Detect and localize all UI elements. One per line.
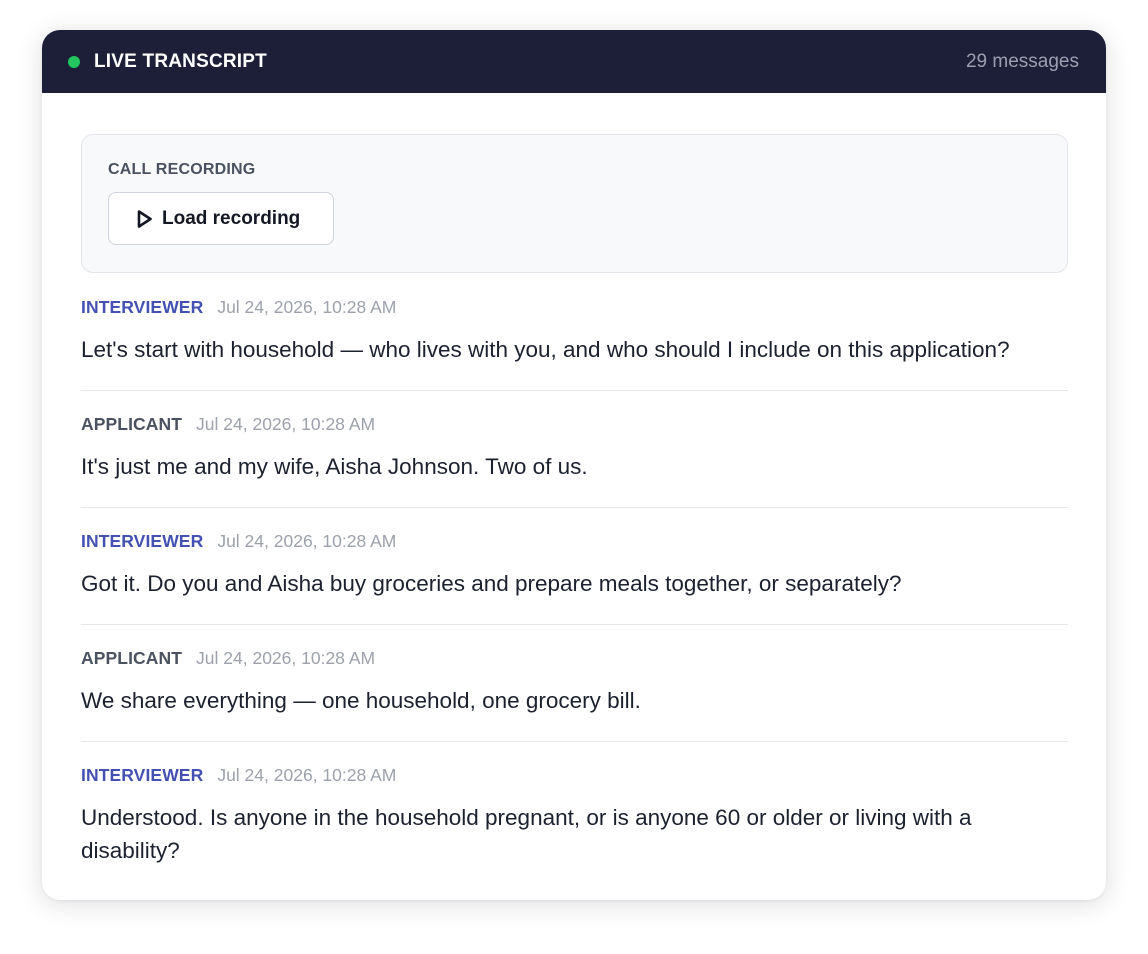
message-timestamp: Jul 24, 2026, 10:28 AM <box>196 414 376 434</box>
message-item: INTERVIEWER Jul 24, 2026, 10:28 AM Under… <box>81 765 1068 891</box>
speaker-label: INTERVIEWER <box>81 765 204 785</box>
message-text: Got it. Do you and Aisha buy groceries a… <box>81 571 902 596</box>
load-recording-label: Load recording <box>162 207 301 229</box>
call-recording-panel: CALL RECORDING Load recording <box>81 134 1068 273</box>
transcript-header: LIVE TRANSCRIPT 29 messages <box>42 30 1106 93</box>
call-recording-label: CALL RECORDING <box>108 161 256 178</box>
message-item: INTERVIEWER Jul 24, 2026, 10:28 AM Let's… <box>81 297 1068 391</box>
message-count: 29 messages <box>965 50 1079 72</box>
message-meta: APPLICANT Jul 24, 2026, 10:28 AM <box>81 414 1068 438</box>
speaker-label: APPLICANT <box>81 414 183 434</box>
play-icon <box>137 209 152 228</box>
message-text: Let's start with household — who lives w… <box>81 337 1010 362</box>
transcript-card: LIVE TRANSCRIPT 29 messages CALL RECORDI… <box>42 30 1106 900</box>
live-indicator-icon <box>68 55 80 68</box>
message-timestamp: Jul 24, 2026, 10:28 AM <box>196 648 376 668</box>
message-meta: APPLICANT Jul 24, 2026, 10:28 AM <box>81 648 1068 672</box>
message-text: Understood. Is anyone in the household p… <box>81 805 972 863</box>
message-timestamp: Jul 24, 2026, 10:28 AM <box>217 297 397 317</box>
message-meta: INTERVIEWER Jul 24, 2026, 10:28 AM <box>81 297 1068 321</box>
message-list: INTERVIEWER Jul 24, 2026, 10:28 AM Let's… <box>81 297 1068 891</box>
transcript-title: LIVE TRANSCRIPT <box>94 50 267 72</box>
transcript-body: CALL RECORDING Load recording INTERVIEWE… <box>42 93 1106 891</box>
message-item: INTERVIEWER Jul 24, 2026, 10:28 AM Got i… <box>81 531 1068 625</box>
speaker-label: INTERVIEWER <box>81 531 204 551</box>
message-text: We share everything — one household, one… <box>81 688 641 713</box>
message-meta: INTERVIEWER Jul 24, 2026, 10:28 AM <box>81 531 1068 555</box>
message-item: APPLICANT Jul 24, 2026, 10:28 AM We shar… <box>81 648 1068 742</box>
message-timestamp: Jul 24, 2026, 10:28 AM <box>217 765 397 785</box>
message-timestamp: Jul 24, 2026, 10:28 AM <box>217 531 397 551</box>
header-title-group: LIVE TRANSCRIPT <box>68 51 267 73</box>
message-item: APPLICANT Jul 24, 2026, 10:28 AM It's ju… <box>81 414 1068 508</box>
message-text: It's just me and my wife, Aisha Johnson.… <box>81 454 588 479</box>
message-meta: INTERVIEWER Jul 24, 2026, 10:28 AM <box>81 765 1068 789</box>
speaker-label: APPLICANT <box>81 648 183 668</box>
speaker-label: INTERVIEWER <box>81 297 204 317</box>
load-recording-button[interactable]: Load recording <box>108 192 334 245</box>
